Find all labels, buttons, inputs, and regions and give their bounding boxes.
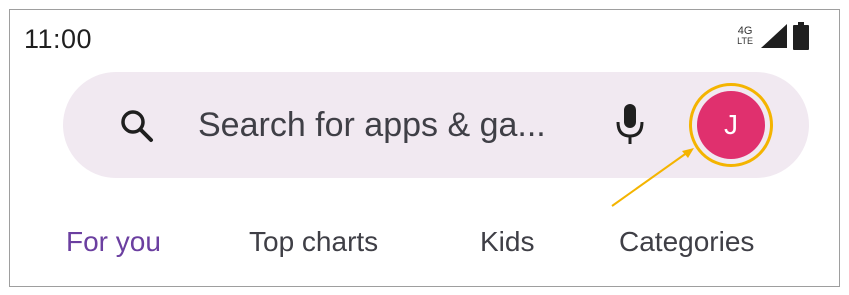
network-type-bottom: LTE <box>737 36 753 46</box>
status-time: 11:00 <box>24 24 93 54</box>
tab-kids[interactable]: Kids <box>480 226 534 258</box>
search-icon[interactable] <box>119 108 155 144</box>
tab-for-you[interactable]: For you <box>66 226 161 258</box>
tab-top-charts[interactable]: Top charts <box>249 226 378 258</box>
annotation-arrow <box>611 148 694 207</box>
network-type-icon: 4G LTE <box>737 25 753 47</box>
tab-bar: For you Top charts Kids Categories <box>10 216 839 286</box>
avatar[interactable]: J <box>697 91 765 159</box>
tab-categories[interactable]: Categories <box>619 226 754 258</box>
screen-frame: 11:00 4G LTE Search for apps & ga... J F… <box>9 9 840 287</box>
battery-icon <box>793 22 809 50</box>
account-avatar-button[interactable]: J <box>689 83 773 167</box>
search-input[interactable]: Search for apps & ga... <box>198 106 546 145</box>
status-icons: 4G LTE <box>737 18 809 54</box>
network-type-top: 4G <box>737 25 753 37</box>
signal-icon <box>761 24 787 48</box>
